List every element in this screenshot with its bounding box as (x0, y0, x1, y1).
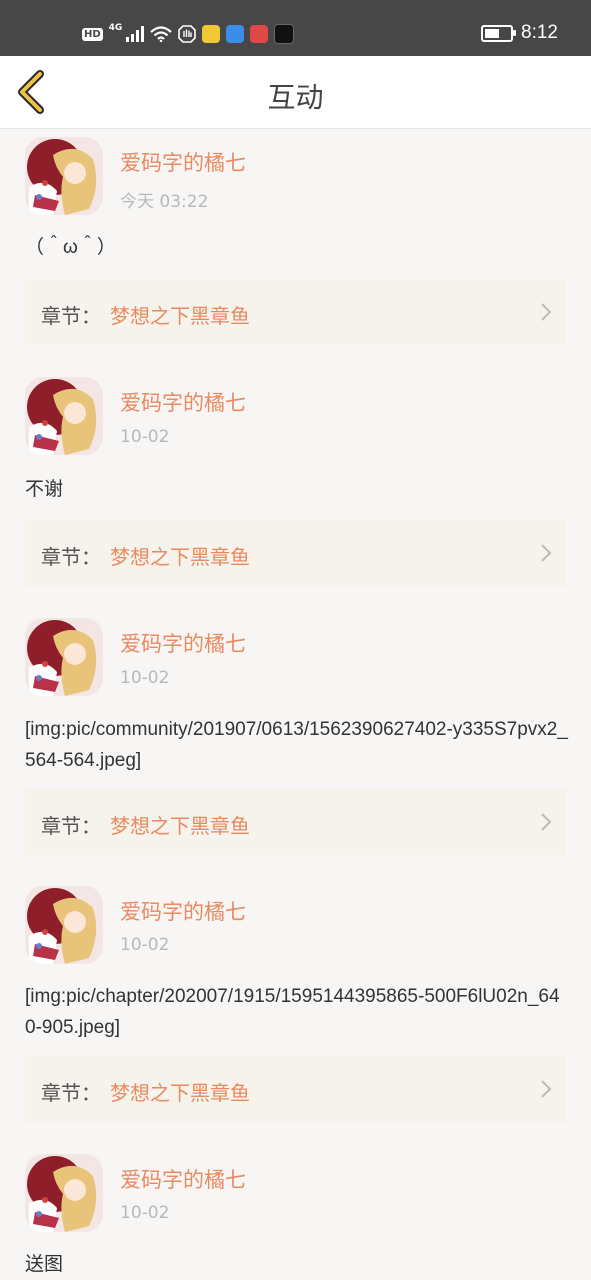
comment-time: 10-02 (120, 1203, 170, 1223)
comment-text: （＾ω＾） (25, 237, 116, 258)
chevron-right-icon (541, 544, 552, 562)
chapter-link[interactable]: 章节： 梦想之下黑章鱼 (25, 789, 566, 855)
comment-text: 不谢 (25, 479, 64, 500)
chapter-name: 梦想之下黑章鱼 (110, 1081, 250, 1105)
comment-time: 10-02 (120, 935, 170, 955)
comment-text: 送图 (25, 1254, 64, 1275)
chapter-label: 章节： (41, 814, 101, 838)
hand-icon (178, 25, 197, 43)
signal-icon (126, 26, 145, 42)
chevron-right-icon (541, 1080, 552, 1098)
avatar[interactable] (25, 1154, 103, 1232)
username[interactable]: 爱码字的橘七 (120, 1164, 246, 1194)
chevron-right-icon (541, 813, 552, 831)
chapter-label: 章节： (41, 1081, 101, 1105)
battery-icon (481, 24, 517, 42)
status-bar: HD 4G 8:12 (0, 0, 591, 56)
network-type-label: 4G (108, 23, 123, 33)
chapter-name: 梦想之下黑章鱼 (110, 545, 250, 569)
avatar[interactable] (25, 137, 103, 215)
avatar[interactable] (25, 886, 103, 964)
mail-app-icon (226, 25, 245, 43)
comment-time: 10-02 (120, 668, 170, 688)
username[interactable]: 爱码字的橘七 (120, 628, 246, 658)
avatar[interactable] (25, 618, 103, 696)
comment-time: 今天 03:22 (120, 192, 209, 212)
avatar[interactable] (25, 377, 103, 455)
chapter-label: 章节： (41, 545, 101, 569)
wifi-icon (150, 26, 173, 42)
comment-text: [img:pic/chapter/202007/1915/15951443958… (25, 986, 560, 1038)
username[interactable]: 爱码字的橘七 (120, 147, 246, 177)
bulb-app-icon (202, 25, 221, 43)
chapter-label: 章节： (41, 304, 101, 328)
book-app-icon (250, 25, 269, 43)
chapter-link[interactable]: 章节： 梦想之下黑章鱼 (25, 1056, 566, 1122)
chevron-right-icon (541, 303, 552, 321)
comment-text: [img:pic/community/201907/0613/156239062… (25, 719, 568, 771)
username[interactable]: 爱码字的橘七 (120, 387, 246, 417)
username[interactable]: 爱码字的橘七 (120, 896, 246, 926)
chapter-link[interactable]: 章节： 梦想之下黑章鱼 (25, 279, 566, 345)
status-icons: HD 4G (82, 22, 295, 46)
status-time: 8:12 (521, 22, 558, 43)
page-title: 互动 (267, 81, 324, 114)
chapter-link[interactable]: 章节： 梦想之下黑章鱼 (25, 520, 566, 586)
chapter-name: 梦想之下黑章鱼 (110, 304, 250, 328)
tiktok-app-icon (274, 24, 295, 44)
comment-time: 10-02 (120, 427, 170, 447)
chapter-name: 梦想之下黑章鱼 (110, 814, 250, 838)
hd-icon: HD (82, 27, 103, 41)
app-bar: 互动 (0, 56, 591, 129)
status-right: 8:12 (481, 22, 558, 44)
